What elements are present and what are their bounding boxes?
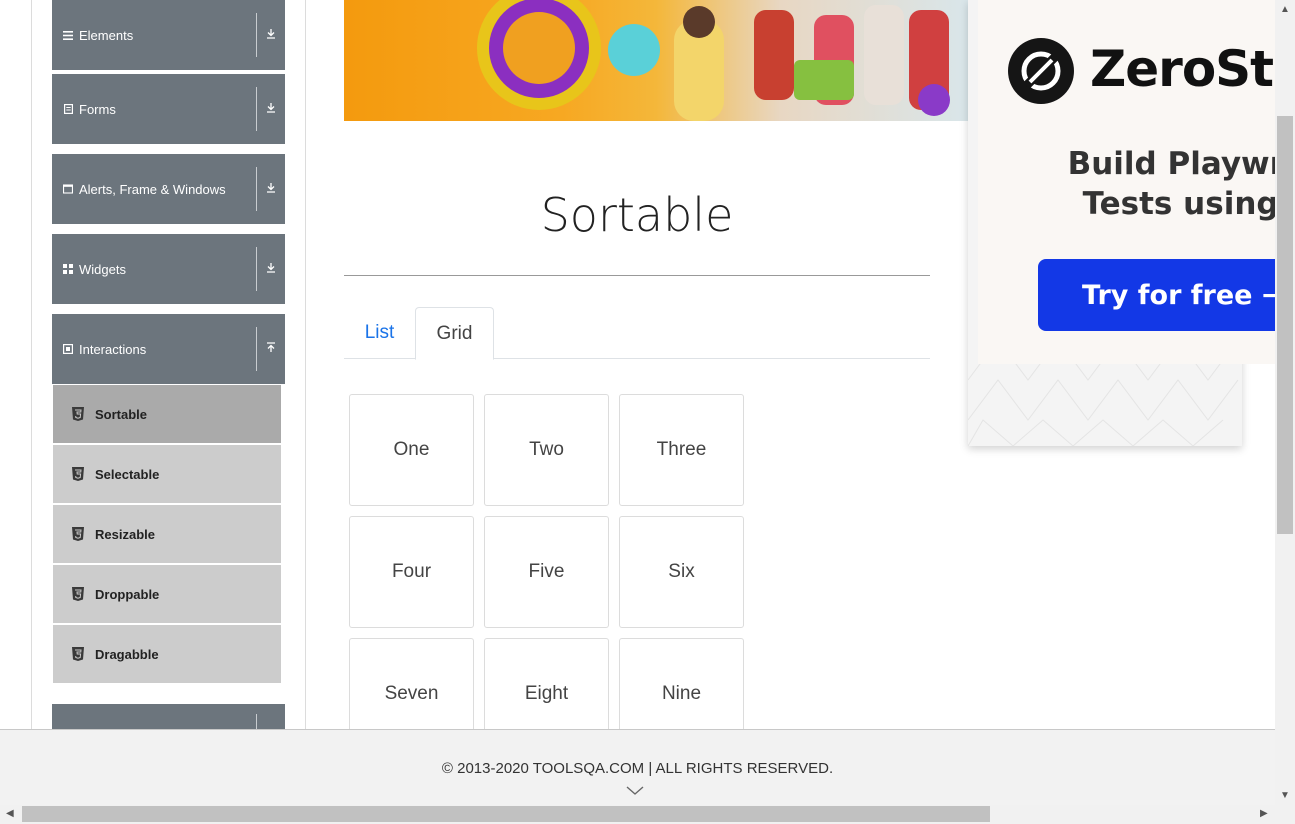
download-arrow-icon[interactable] <box>257 262 285 276</box>
sidebar-item-label: Dragabble <box>95 646 159 662</box>
window-icon <box>63 184 73 194</box>
sidebar-item-label: Resizable <box>95 526 155 542</box>
horizontal-scroll-thumb[interactable] <box>22 806 990 822</box>
chevron-down-icon[interactable] <box>626 786 644 796</box>
ad-brand: ZeroSte <box>1090 40 1278 98</box>
ad-headline-line: Tests using A <box>1082 186 1278 222</box>
html5-icon <box>72 527 84 541</box>
html5-icon <box>72 647 84 661</box>
grid-icon <box>63 264 73 274</box>
scroll-up-arrow-icon[interactable]: ▲ <box>1280 4 1290 15</box>
grid-item[interactable]: Seven <box>349 638 474 730</box>
vertical-scroll-thumb[interactable] <box>1277 116 1293 534</box>
grid-item[interactable]: Four <box>349 516 474 628</box>
html5-icon <box>72 407 84 421</box>
sidebar-item-droppable[interactable]: Droppable <box>53 565 281 623</box>
sidebar-group-next[interactable] <box>52 704 285 730</box>
sidebar-group-forms[interactable]: Forms <box>52 74 285 144</box>
grid-item[interactable]: Five <box>484 516 609 628</box>
sidebar-group-label: Elements <box>79 27 134 43</box>
sidebar-group-label: Interactions <box>79 341 147 357</box>
footer: © 2013-2020 TOOLSQA.COM | ALL RIGHTS RES… <box>0 729 1275 805</box>
tab-grid[interactable]: Grid <box>415 307 494 360</box>
grid-item[interactable]: Two <box>484 394 609 506</box>
html5-icon <box>72 467 84 481</box>
sidebar-item-resizable[interactable]: Resizable <box>53 505 281 563</box>
scroll-right-arrow-icon[interactable]: ▶ <box>1260 808 1268 819</box>
sidebar-item-label: Droppable <box>95 586 160 602</box>
grid-item[interactable]: Eight <box>484 638 609 730</box>
grid-item[interactable]: Nine <box>619 638 744 730</box>
sidebar-group-widgets[interactable]: Widgets <box>52 234 285 304</box>
banner-ad-image[interactable] <box>344 0 968 121</box>
tab-list[interactable]: List <box>344 307 415 359</box>
ad-headline: Build Playwrigl Tests using A <box>1038 144 1278 224</box>
grid-item[interactable]: Three <box>619 394 744 506</box>
divider <box>256 714 257 730</box>
grid-item[interactable]: One <box>349 394 474 506</box>
tab-bar: List Grid <box>344 307 930 360</box>
scroll-down-arrow-icon[interactable]: ▼ <box>1280 790 1290 801</box>
sidebar-group-label: Widgets <box>79 261 126 277</box>
html5-icon <box>72 587 84 601</box>
sidebar-item-sortable[interactable]: Sortable <box>53 385 281 443</box>
download-arrow-icon[interactable] <box>257 102 285 116</box>
sidebar-group-interactions[interactable]: Interactions <box>52 314 285 384</box>
list-icon <box>63 30 73 40</box>
sidebar-item-selectable[interactable]: Selectable <box>53 445 281 503</box>
scroll-left-arrow-icon[interactable]: ◀ <box>6 808 14 819</box>
sidebar-group-label: Alerts, Frame & Windows <box>79 181 226 197</box>
download-arrow-icon[interactable] <box>257 182 285 196</box>
sortable-grid: One Two Three Four Five Six Seven Eight … <box>349 394 749 730</box>
grid-item[interactable]: Six <box>619 516 744 628</box>
upload-arrow-icon[interactable] <box>257 342 285 356</box>
sidebar-item-dragabble[interactable]: Dragabble <box>53 625 281 683</box>
ad-headline-line: Build Playwrigl <box>1067 146 1278 182</box>
page: Elements Forms Alerts, Frame & Windows W… <box>0 0 1295 824</box>
download-arrow-icon[interactable] <box>257 28 285 42</box>
sidebar-item-label: Selectable <box>95 466 160 482</box>
zerostep-logo-icon <box>1008 38 1074 104</box>
sidebar-group-alerts[interactable]: Alerts, Frame & Windows <box>52 154 285 224</box>
try-for-free-button[interactable]: Try for free → <box>1038 259 1278 331</box>
sidebar-group-label: Forms <box>79 101 116 117</box>
page-title: Sortable <box>540 188 734 242</box>
divider <box>344 275 930 276</box>
sidebar-item-label: Sortable <box>95 406 148 422</box>
ad-card[interactable]: ZeroSte Build Playwrigl Tests using A Tr… <box>978 0 1278 364</box>
footer-copyright: © 2013-2020 TOOLSQA.COM | ALL RIGHTS RES… <box>441 760 834 777</box>
document-icon <box>63 104 73 114</box>
box-icon <box>63 344 73 354</box>
sidebar-group-elements[interactable]: Elements <box>52 0 285 70</box>
